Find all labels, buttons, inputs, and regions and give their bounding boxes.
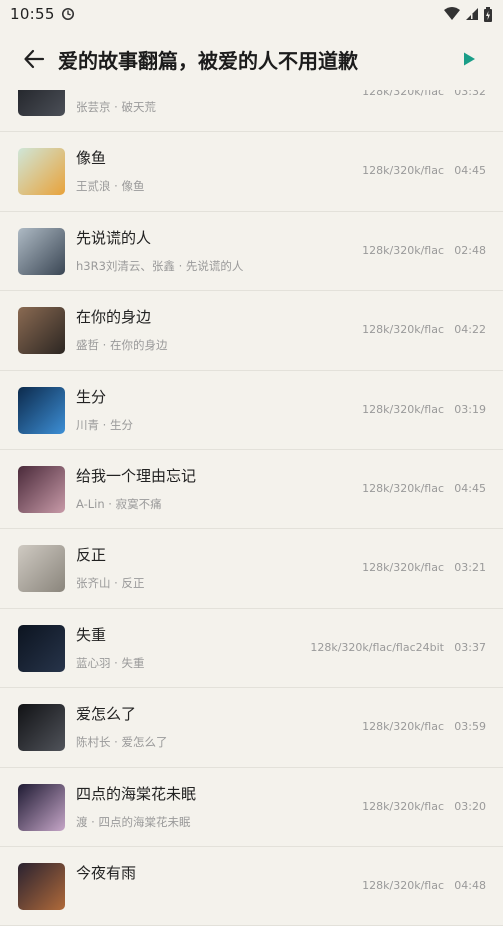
song-title: 爱怎么了 [76,705,137,724]
play-all-button[interactable] [449,39,489,79]
song-quality: 128k/320k/flac [362,481,444,495]
song-title: 失重 [76,625,107,644]
album-cover [18,465,65,513]
song-quality: 128k/320k/flac/flac24bit [310,640,444,654]
song-artist-album: 川青 · 生分 [76,417,133,432]
song-quality: 128k/320k/flac [362,720,444,734]
song-artist-album: 张芸京 · 破天荒 [76,100,156,114]
album-cover [18,704,65,752]
song-quality: 128k/320k/flac [362,799,444,813]
song-row[interactable]: 给我一个理由忘记 A-Lin · 寂寞不痛 128k/320k/flac 04:45 [0,450,503,530]
song-artist-album: 渡 · 四点的海棠花未眠 [76,814,191,829]
song-row[interactable]: 四点的海棠花未眠渡 · 四点的海棠花未眠 128k/320k/flac 03:20 [0,768,503,847]
wifi-icon [444,7,460,20]
song-duration: 02:48 [454,243,486,257]
song-title: 反正 [76,546,107,565]
status-icons [443,6,493,22]
song-quality: 128k/320k/flac [362,243,444,257]
song-artist-album: 陈村长 · 爱怎么了 [76,735,168,750]
song-duration: 03:20 [454,799,486,813]
song-artist-album: 盛哲 · 在你的身边 [76,338,168,353]
song-title: 先说谎的人 [76,228,152,247]
song-duration: 03:19 [454,402,486,416]
album-cover [18,386,65,434]
song-title: 今夜有雨 [76,863,137,882]
song-artist-album: 张齐山 · 反正 [76,576,145,591]
song-row[interactable]: 今夜有雨 128k/320k/flac 04:48 [0,847,503,926]
song-duration: 04:45 [454,481,486,495]
album-cover [18,545,65,593]
song-row[interactable]: 反正张齐山 · 反正 128k/320k/flac 03:21 [0,529,503,609]
battery-icon [484,6,492,22]
back-button[interactable] [14,39,54,79]
song-duration: 04:45 [454,164,486,178]
song-duration: 03:21 [454,561,486,575]
song-duration: 03:59 [454,720,486,734]
song-artist-album: 蓝心羽 · 失重 [76,655,145,670]
song-row[interactable]: 生分川青 · 生分 128k/320k/flac 03:19 [0,371,503,450]
app-bar: 爱的故事翻篇，被爱的人不用道歉 [0,28,503,90]
song-quality: 128k/320k/flac [362,323,444,337]
song-duration: 04:22 [454,323,486,337]
album-cover [18,783,65,831]
album-cover [18,624,65,672]
album-cover [18,148,65,196]
sync-icon [61,7,74,21]
song-artist-album: 王贰浪 · 像鱼 [76,179,145,194]
song-quality: 128k/320k/flac [362,561,444,575]
song-artist-album: h3R3刘清云、张鑫 · 先说谎的人 [76,258,244,273]
song-quality: 128k/320k/flac [362,164,444,178]
song-row[interactable]: 爱怎么了陈村长 · 爱怎么了 128k/320k/flac 03:59 [0,688,503,768]
song-title: 生分 [76,387,107,406]
song-list: 张芸京 · 破天荒 128k/320k/flac 03:32 像鱼 王贰浪 · 像鱼 12… [0,53,503,926]
signal-icon [466,8,478,20]
album-cover [18,307,65,355]
song-title: 四点的海棠花未眠 [76,784,197,803]
song-row[interactable]: 失重蓝心羽 · 失重 128k/320k/flac/flac24bit 03:37 [0,609,503,689]
album-cover [18,227,65,275]
song-title: 在你的身边 [76,308,152,327]
play-icon [464,52,475,66]
status-time: 10:55 [10,5,55,23]
status-bar: 10:55 [0,0,503,28]
song-title: 给我一个理由忘记 [76,466,197,485]
arrow-left-icon [24,49,45,69]
song-duration: 03:37 [454,640,486,654]
song-duration: 04:48 [454,878,486,892]
song-row[interactable]: 在你的身边盛哲 · 在你的身边 128k/320k/flac 04:22 [0,291,503,371]
song-quality: 128k/320k/flac [362,878,444,892]
song-artist-album: A-Lin · 寂寞不痛 [76,496,162,511]
song-row[interactable]: 像鱼王贰浪 · 像鱼 128k/320k/flac 04:45 [0,132,503,212]
album-cover [18,862,65,910]
song-row[interactable]: 先说谎的人 h3R3刘清云、张鑫 · 先说谎的人 128k/320k/flac 02:… [0,212,503,292]
song-title: 像鱼 [76,149,107,168]
song-quality: 128k/320k/flac [362,402,444,416]
page-title: 爱的故事翻篇，被爱的人不用道歉 [58,48,358,73]
